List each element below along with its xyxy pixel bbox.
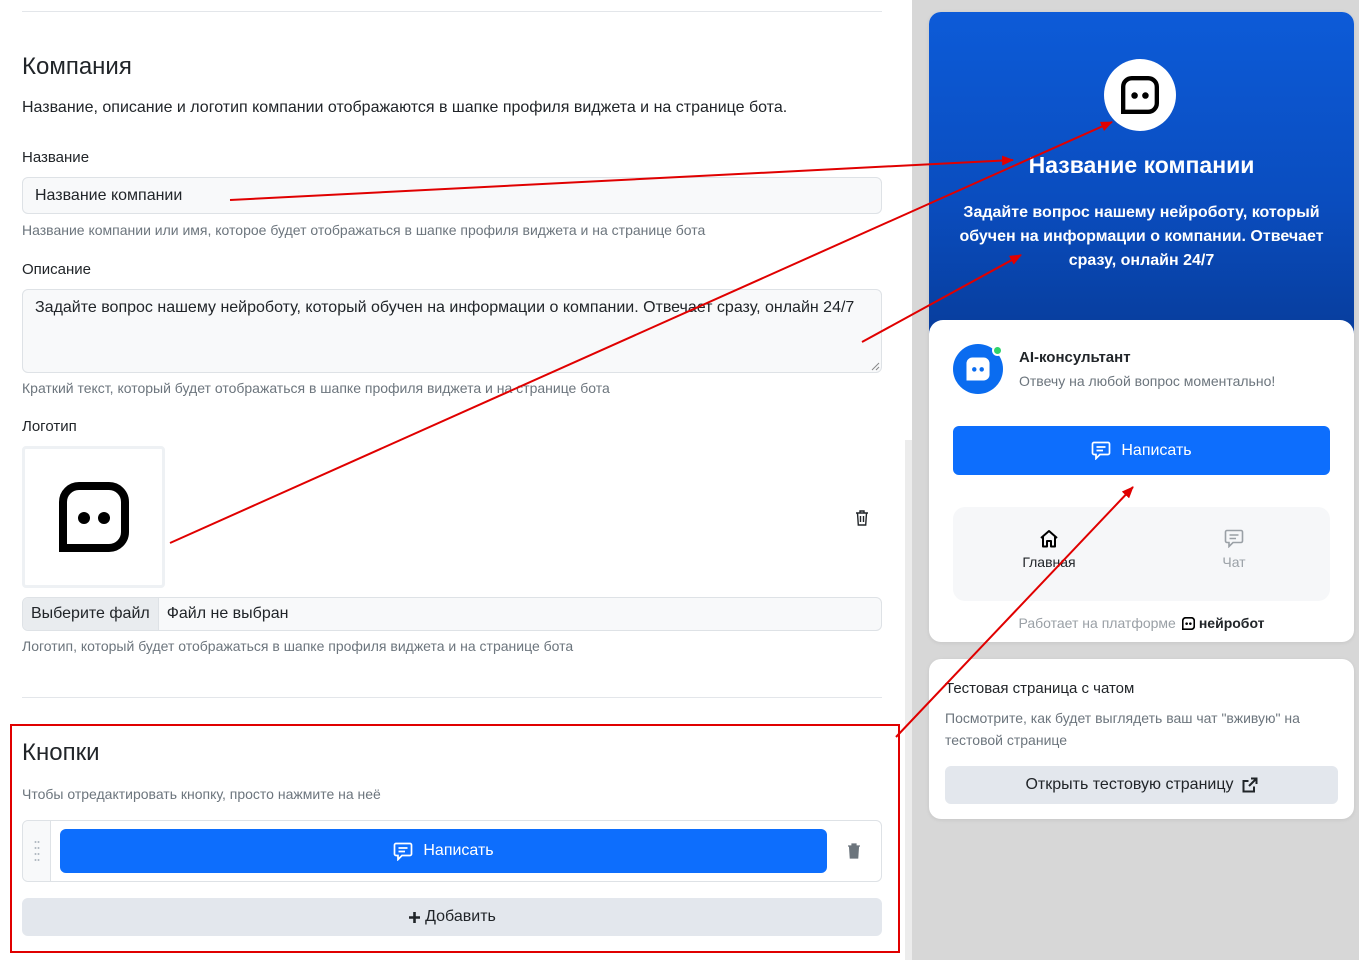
widget-preview: Название компании Задайте вопрос нашему … bbox=[929, 12, 1354, 642]
logo-help: Логотип, который будет отображаться в ша… bbox=[22, 638, 574, 654]
test-page-card: Тестовая страница с чатом Посмотрите, ка… bbox=[929, 659, 1354, 819]
powered-by: Работает на платформе нейробот bbox=[929, 615, 1354, 631]
home-icon bbox=[1040, 530, 1058, 548]
choose-file-button[interactable]: Выберите файл bbox=[23, 598, 159, 630]
widget-write-label: Написать bbox=[1121, 441, 1192, 459]
bot-logo-icon bbox=[966, 357, 990, 381]
delete-logo-button[interactable] bbox=[853, 509, 871, 527]
buttons-highlight-frame bbox=[10, 724, 900, 953]
description-help: Краткий текст, который будет отображатьс… bbox=[22, 380, 610, 396]
open-test-page-label: Открыть тестовую страницу bbox=[1025, 776, 1234, 793]
external-link-icon bbox=[1242, 777, 1258, 793]
open-test-page-button[interactable]: Открыть тестовую страницу bbox=[945, 766, 1338, 804]
company-description-textarea[interactable]: Задайте вопрос нашему нейроботу, который… bbox=[22, 289, 882, 373]
nav-chat[interactable]: Чат bbox=[1194, 529, 1274, 570]
name-help: Название компании или имя, которое будет… bbox=[22, 222, 706, 238]
test-page-description: Посмотрите, как будет выглядеть ваш чат … bbox=[945, 710, 1300, 748]
file-status: Файл не выбран bbox=[166, 605, 289, 622]
widget-nav: Главная Чат bbox=[953, 507, 1330, 601]
widget-body: AI-консультант Отвечу на любой вопрос мо… bbox=[929, 320, 1354, 642]
company-description-value: Задайте вопрос нашему нейроботу, который… bbox=[35, 299, 855, 316]
bot-logo-icon bbox=[58, 482, 129, 552]
widget-header: Название компании Задайте вопрос нашему … bbox=[929, 12, 1354, 352]
chat-icon bbox=[1092, 441, 1111, 460]
bot-logo-icon bbox=[1121, 76, 1159, 114]
divider bbox=[22, 11, 882, 12]
nav-home[interactable]: Главная bbox=[1009, 529, 1089, 570]
brand-name: нейробот bbox=[1198, 615, 1265, 631]
scroll-track bbox=[905, 440, 912, 960]
company-section-intro: Название, описание и логотип компании от… bbox=[22, 99, 788, 116]
company-logo bbox=[1104, 59, 1176, 131]
settings-panel: Компания Название, описание и логотип ко… bbox=[0, 0, 912, 960]
chat-icon bbox=[1224, 529, 1244, 548]
bot-subtitle: Отвечу на любой вопрос моментально! bbox=[1019, 373, 1276, 389]
brand-link[interactable]: нейробот bbox=[1181, 615, 1265, 631]
logo-preview bbox=[22, 446, 165, 588]
bot-name: AI-консультант bbox=[1019, 349, 1131, 366]
nav-home-label: Главная bbox=[1022, 554, 1076, 570]
name-label: Название bbox=[22, 149, 90, 166]
divider bbox=[22, 697, 882, 698]
powered-by-text: Работает на платформе bbox=[1018, 615, 1176, 631]
trash-icon bbox=[856, 510, 868, 526]
online-indicator bbox=[992, 345, 1003, 356]
widget-company-description: Задайте вопрос нашему нейроботу, который… bbox=[959, 204, 1324, 269]
logo-file-input[interactable]: Выберите файл Файл не выбран bbox=[22, 597, 882, 631]
company-section-title: Компания bbox=[22, 53, 132, 80]
logo-label: Логотип bbox=[22, 418, 77, 435]
company-name-value: Название компании bbox=[35, 186, 183, 204]
brand-logo-icon bbox=[1181, 616, 1195, 630]
test-page-title: Тестовая страница с чатом bbox=[945, 680, 1135, 697]
nav-chat-label: Чат bbox=[1222, 554, 1246, 570]
company-name-input[interactable]: Название компании bbox=[22, 177, 882, 214]
widget-company-name: Название компании bbox=[1028, 152, 1255, 178]
description-label: Описание bbox=[22, 261, 92, 278]
resize-grip-icon[interactable] bbox=[871, 362, 880, 371]
widget-write-button[interactable]: Написать bbox=[953, 426, 1330, 475]
